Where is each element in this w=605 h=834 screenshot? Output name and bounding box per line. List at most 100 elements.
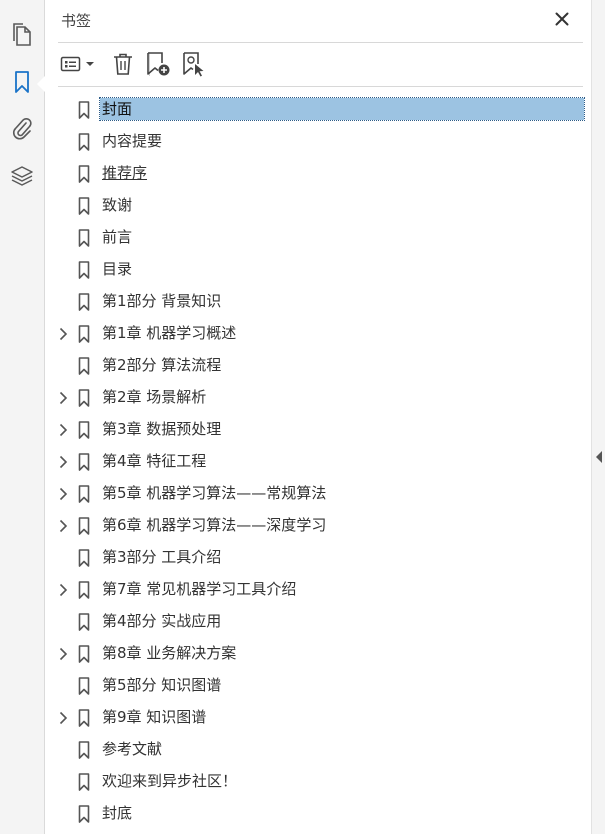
bookmark-icon [78,645,90,663]
panel-edge [591,0,605,834]
bookmark-row[interactable]: 第4章 特征工程 [45,446,591,478]
bookmark-label[interactable]: 第5部分 知识图谱 [100,674,223,696]
bookmark-icon [78,805,90,823]
options-menu-icon [60,56,94,72]
bookmark-row[interactable]: 参考文献 [45,734,591,766]
bookmark-icon [78,165,90,183]
header-divider [58,42,583,43]
bookmark-label[interactable]: 第2章 场景解析 [100,386,208,408]
bookmark-icon [78,613,90,631]
bookmark-label[interactable]: 第4部分 实战应用 [100,610,223,632]
chevron-right-icon[interactable] [55,486,71,502]
bookmark-label[interactable]: 欢迎来到异步社区！ [100,770,239,792]
bookmark-row[interactable]: 第6章 机器学习算法——深度学习 [45,510,591,542]
bookmark-row[interactable]: 目录 [45,254,591,286]
bookmark-row[interactable]: 致谢 [45,190,591,222]
bookmark-row[interactable]: 欢迎来到异步社区！ [45,766,591,798]
find-current-bookmark-button[interactable] [181,50,207,78]
chevron-right-icon[interactable] [55,646,71,662]
bookmark-icon [78,197,90,215]
bookmarks-panel: 书签 封面 内容提要 推荐序 致谢 前言 目录 第1部分 背景知识 第1章 机器… [45,0,591,834]
bookmark-icon [78,133,90,151]
bookmark-icon [78,453,90,471]
bookmark-label[interactable]: 致谢 [100,194,134,216]
bookmark-label[interactable]: 推荐序 [100,162,149,184]
chevron-right-icon[interactable] [55,582,71,598]
bookmark-label[interactable]: 第3章 数据预处理 [100,418,223,440]
bookmark-label[interactable]: 第9章 知识图谱 [100,706,208,728]
bookmark-icon [78,229,90,247]
bookmark-label[interactable]: 封底 [100,802,134,824]
bookmark-label[interactable]: 参考文献 [100,738,164,760]
bookmark-row[interactable]: 第2章 场景解析 [45,382,591,414]
chevron-right-icon[interactable] [55,326,71,342]
bookmark-icon [78,741,90,759]
bookmark-row[interactable]: 封底 [45,798,591,830]
chevron-right-icon[interactable] [55,710,71,726]
bookmark-label[interactable]: 第4章 特征工程 [100,450,208,472]
attachment-icon [13,117,32,140]
bookmark-label[interactable]: 第8章 业务解决方案 [100,642,238,664]
bookmark-icon [78,549,90,567]
pages-button[interactable] [8,21,36,49]
layers-icon [11,166,33,186]
bookmark-label[interactable]: 第6章 机器学习算法——深度学习 [100,514,328,536]
attachments-button[interactable] [8,114,36,142]
bookmark-label[interactable]: 第7章 常见机器学习工具介绍 [100,578,298,600]
new-bookmark-icon [147,52,170,76]
delete-bookmark-button[interactable] [111,50,135,78]
bookmark-icon [78,357,90,375]
bookmark-row[interactable]: 第1部分 背景知识 [45,286,591,318]
new-bookmark-button[interactable] [145,50,171,78]
bookmark-row[interactable]: 第9章 知识图谱 [45,702,591,734]
bookmark-row[interactable]: 第8章 业务解决方案 [45,638,591,670]
bookmark-icon [78,709,90,727]
bookmark-label[interactable]: 内容提要 [100,130,164,152]
layers-button[interactable] [8,162,36,190]
close-icon [555,12,569,26]
trash-icon [114,53,132,75]
bookmark-icon [78,677,90,695]
bookmark-row[interactable]: 前言 [45,222,591,254]
chevron-right-icon[interactable] [55,454,71,470]
chevron-right-icon[interactable] [55,518,71,534]
bookmark-row[interactable]: 第7章 常见机器学习工具介绍 [45,574,591,606]
bookmark-icon [15,71,29,93]
pages-icon [13,23,31,46]
bookmark-label[interactable]: 第3部分 工具介绍 [100,546,223,568]
bookmark-row[interactable]: 内容提要 [45,126,591,158]
bookmark-row[interactable]: 第5章 机器学习算法——常规算法 [45,478,591,510]
bookmark-label[interactable]: 第5章 机器学习算法——常规算法 [100,482,328,504]
navigation-rail [0,0,45,834]
options-menu-button[interactable] [59,50,97,78]
bookmark-label[interactable]: 目录 [100,258,134,280]
bookmark-label[interactable]: 第2部分 算法流程 [100,354,223,376]
bookmark-label[interactable]: 前言 [100,226,134,248]
bookmark-row[interactable]: 第1章 机器学习概述 [45,318,591,350]
toolbar-divider [58,86,583,87]
bookmark-icon [78,581,90,599]
panel-title: 书签 [61,12,92,30]
bookmark-row[interactable]: 第2部分 算法流程 [45,350,591,382]
bookmark-row[interactable]: 第4部分 实战应用 [45,606,591,638]
bookmark-row[interactable]: 封面 [45,94,591,126]
chevron-right-icon[interactable] [55,422,71,438]
collapse-panel-arrow-icon[interactable] [596,451,602,463]
bookmark-label[interactable]: 第1章 机器学习概述 [100,322,238,344]
bookmark-row[interactable]: 第3章 数据预处理 [45,414,591,446]
bookmark-row[interactable]: 第5部分 知识图谱 [45,670,591,702]
chevron-right-icon[interactable] [55,390,71,406]
bookmark-label[interactable]: 封面 [99,97,585,121]
bookmark-icon [78,101,90,119]
bookmark-label[interactable]: 第1部分 背景知识 [100,290,223,312]
bookmark-row[interactable]: 推荐序 [45,158,591,190]
bookmark-icon [78,773,90,791]
bookmark-icon [78,421,90,439]
close-panel-button[interactable] [551,8,573,30]
bookmark-row[interactable]: 第3部分 工具介绍 [45,542,591,574]
active-tab-pointer [37,76,45,92]
bookmark-icon [78,293,90,311]
bookmark-icon [78,325,90,343]
bookmark-icon [78,485,90,503]
bookmarks-button[interactable] [8,68,36,96]
